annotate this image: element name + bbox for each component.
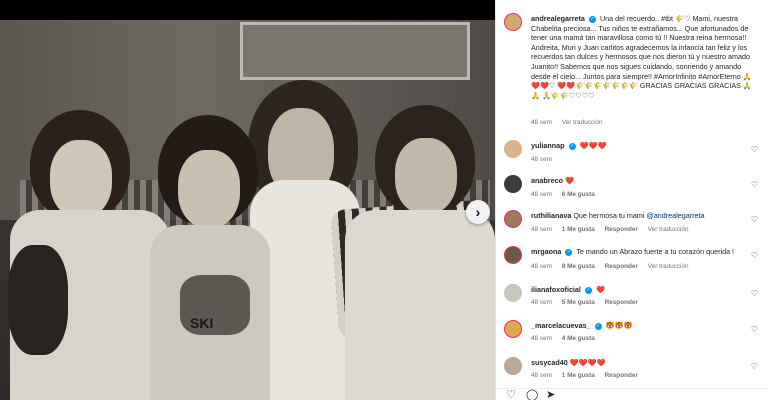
translate-link[interactable]: Ver traducción <box>648 263 689 270</box>
heart-icon[interactable]: ♡ <box>750 325 759 334</box>
photo-doll <box>8 245 68 355</box>
comment-username[interactable]: ilianafoxoficial <box>531 285 581 294</box>
photo-wall-frame <box>240 22 470 80</box>
commenter-avatar[interactable] <box>504 246 522 264</box>
comment-text: Que hermosa tu mami <box>573 211 647 220</box>
verified-badge-icon: ✓ <box>584 286 592 294</box>
verified-badge-icon: ✓ <box>588 15 596 23</box>
commenter-avatar[interactable] <box>504 140 522 158</box>
comment-username[interactable]: anabreco <box>531 176 563 185</box>
heart-icon[interactable]: ♡ <box>750 251 759 260</box>
photo-boy2-face <box>395 138 457 214</box>
post-photo[interactable]: SKI <box>0 20 495 400</box>
comment-likes[interactable]: 8 Me gusta <box>562 263 595 270</box>
commenter-avatar[interactable] <box>504 320 522 338</box>
comment-text: ❤️❤️❤️ <box>579 141 607 150</box>
heart-icon[interactable]: ♡ <box>750 180 759 189</box>
post-media: SKI › <box>0 0 495 400</box>
post-caption: andrealegarreta ✓ Una del recuerdo.. #tb… <box>504 13 761 133</box>
commenter-avatar[interactable] <box>504 357 522 375</box>
author-avatar[interactable] <box>504 13 522 31</box>
reply-link[interactable]: Responder <box>605 263 638 270</box>
reply-link[interactable]: Responder <box>605 372 638 379</box>
comment-username[interactable]: _marcelacuevas_ <box>531 321 591 330</box>
comment-likes[interactable]: 1 Me gusta <box>562 226 595 233</box>
photo-girl-face <box>50 140 112 218</box>
comment-text: ❤️ <box>595 285 605 294</box>
comment-time: 48 sem <box>531 372 552 379</box>
caption-text: Una del recuerdo.. #tbt 🌾♡ Mami, nuestra… <box>531 14 752 100</box>
comment-username[interactable]: susycad40 <box>531 358 568 367</box>
translate-link[interactable]: Ver traducción <box>648 226 689 233</box>
comment-username[interactable]: mrgaona <box>531 247 561 256</box>
caption-time: 48 sem <box>531 119 552 126</box>
comment-text: Te mando un Abrazo fuerte a tu corazón q… <box>576 247 735 256</box>
comment-text: ❤️ <box>564 176 574 185</box>
caption-username[interactable]: andrealegarreta <box>531 14 585 23</box>
comment-likes[interactable]: 5 Me gusta <box>562 299 595 306</box>
post-action-bar: ♡ ◯ ➤ <box>496 388 768 400</box>
comment-row: _marcelacuevas_ ✓ 🐯🐯🐯 48 sem 4 Me gusta … <box>504 320 761 346</box>
reply-link[interactable]: Responder <box>605 299 638 306</box>
caption-translate-link[interactable]: Ver traducción <box>562 119 603 126</box>
comment-time: 48 sem <box>531 299 552 306</box>
verified-badge-icon: ✓ <box>594 322 602 330</box>
share-icon[interactable]: ➤ <box>546 390 555 400</box>
heart-icon[interactable]: ♡ <box>750 145 759 154</box>
comment-time: 48 sem <box>531 263 552 270</box>
comment-icon[interactable]: ◯ <box>526 390 538 400</box>
comment-list[interactable]: andrealegarreta ✓ Una del recuerdo.. #tb… <box>496 0 768 388</box>
comment-mention[interactable]: @andrealegarreta <box>646 211 704 220</box>
comment-likes[interactable]: 4 Me gusta <box>562 335 595 342</box>
instagram-post-view: SKI › andrealegarreta ✓ Una del recuerdo… <box>0 0 768 400</box>
reply-link[interactable]: Responder <box>605 226 638 233</box>
comment-row: yuliannap ✓ ❤️❤️❤️ 48 sem ♡ <box>504 140 761 166</box>
comments-panel: andrealegarreta ✓ Una del recuerdo.. #tb… <box>495 0 768 400</box>
verified-badge-icon: ✓ <box>568 142 576 150</box>
comment-row: ruthilianava Que hermosa tu mami @andrea… <box>504 210 761 236</box>
verified-badge-icon: ✓ <box>565 248 573 256</box>
comment-row: mrgaona ✓ Te mando un Abrazo fuerte a tu… <box>504 246 761 272</box>
comment-text: ❤️❤️❤️❤️ <box>569 358 606 367</box>
comment-username[interactable]: ruthilianava <box>531 211 571 220</box>
comment-username[interactable]: yuliannap <box>531 141 565 150</box>
photo-shirt-text: SKI <box>190 315 214 331</box>
comment-likes[interactable]: 1 Me gusta <box>562 372 595 379</box>
heart-icon[interactable]: ♡ <box>750 289 759 298</box>
commenter-avatar[interactable] <box>504 284 522 302</box>
comment-likes[interactable]: 6 Me gusta <box>562 191 595 198</box>
comment-time: 48 sem <box>531 335 552 342</box>
photo-boy2-body <box>345 210 495 400</box>
comment-text: 🐯🐯🐯 <box>605 321 633 330</box>
commenter-avatar[interactable] <box>504 210 522 228</box>
chevron-right-icon: › <box>475 204 481 220</box>
comment-time: 48 sem <box>531 191 552 198</box>
heart-icon[interactable]: ♡ <box>750 215 759 224</box>
next-photo-button[interactable]: › <box>466 200 490 224</box>
comment-time: 48 sem <box>531 226 552 233</box>
commenter-avatar[interactable] <box>504 175 522 193</box>
comment-row: susycad40 ❤️❤️❤️❤️ 48 sem 1 Me gusta Res… <box>504 357 761 383</box>
comment-row: anabreco ❤️ 48 sem 6 Me gusta ♡ <box>504 175 761 201</box>
heart-icon[interactable]: ♡ <box>506 390 516 400</box>
comment-time: 48 sem <box>531 156 552 163</box>
comment-row: ilianafoxoficial ✓ ❤️ 48 sem 5 Me gusta … <box>504 284 761 310</box>
photo-boy1-face <box>178 150 240 228</box>
heart-icon[interactable]: ♡ <box>750 362 759 371</box>
